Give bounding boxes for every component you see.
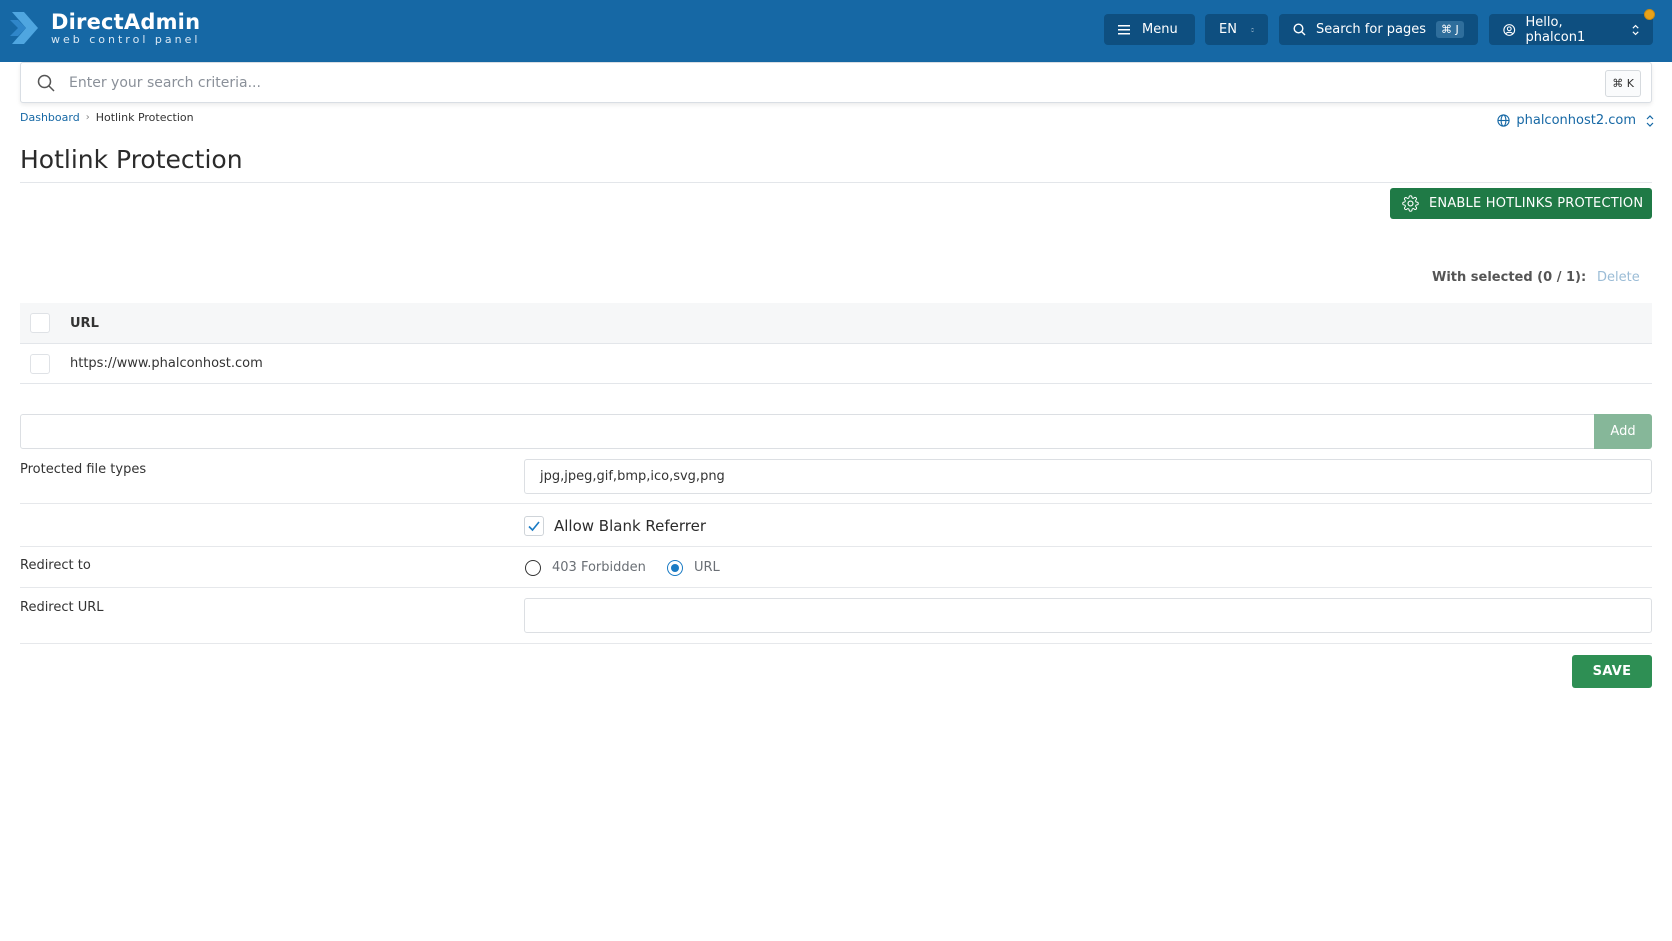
language-label: EN <box>1219 22 1237 37</box>
redirect-to-label: Redirect to <box>20 558 91 573</box>
breadcrumb: Dashboard › Hotlink Protection <box>20 111 194 124</box>
brand-title: DirectAdmin <box>51 9 201 34</box>
search-icon <box>1293 23 1306 36</box>
page-title: Hotlink Protection <box>20 145 243 174</box>
user-circle-icon <box>1503 23 1516 36</box>
delete-selected-button[interactable]: Delete <box>1597 270 1640 285</box>
gear-icon <box>1402 195 1419 212</box>
table-row: https://www.phalconhost.com <box>20 344 1652 384</box>
top-navigation-bar: DirectAdmin web control panel Menu EN Se… <box>0 0 1672 62</box>
row-url: https://www.phalconhost.com <box>70 356 263 371</box>
global-search-shortcut: ⌘ K <box>1605 70 1641 97</box>
redirect-url-row: Redirect URL <box>20 588 1652 644</box>
global-search-input[interactable] <box>69 74 1539 91</box>
add-url-button[interactable]: Add <box>1594 414 1652 449</box>
search-icon <box>37 74 55 92</box>
menu-label: Menu <box>1142 22 1178 37</box>
domain-selector[interactable]: phalconhost2.com <box>1497 113 1654 128</box>
directadmin-logo[interactable]: DirectAdmin web control panel <box>10 8 200 48</box>
redirect-url-input[interactable] <box>524 598 1652 633</box>
row-select-checkbox[interactable] <box>30 354 50 374</box>
redirect-403-label: 403 Forbidden <box>552 560 646 575</box>
protected-file-types-label: Protected file types <box>20 462 147 477</box>
hamburger-icon <box>1118 24 1130 34</box>
search-pages-shortcut: ⌘ J <box>1436 21 1464 38</box>
chevron-updown-icon <box>1251 27 1254 32</box>
breadcrumb-dashboard-link[interactable]: Dashboard <box>20 111 80 124</box>
globe-icon <box>1497 114 1511 127</box>
title-divider <box>20 182 1652 183</box>
checkmark-icon <box>528 521 540 532</box>
redirect-url-radio[interactable] <box>667 560 683 576</box>
table-header: URL <box>20 303 1652 344</box>
chevron-updown-icon <box>1632 24 1639 35</box>
redirect-to-row: Redirect to 403 Forbidden URL <box>20 547 1652 588</box>
select-all-checkbox[interactable] <box>30 313 50 333</box>
chevron-right-icon: › <box>85 112 90 123</box>
add-url-input[interactable] <box>20 414 1595 449</box>
domain-selector-label: phalconhost2.com <box>1516 113 1636 128</box>
allow-blank-referrer-row: Allow Blank Referrer <box>20 504 1652 547</box>
menu-button[interactable]: Menu <box>1104 14 1195 45</box>
redirect-403-radio[interactable] <box>525 560 541 576</box>
brand-subtitle: web control panel <box>51 32 201 46</box>
enable-hotlinks-protection-label: ENABLE HOTLINKS PROTECTION <box>1429 196 1644 211</box>
save-button[interactable]: SAVE <box>1572 655 1652 688</box>
search-pages-button[interactable]: Search for pages ⌘ J <box>1279 14 1478 45</box>
allow-blank-referrer-label: Allow Blank Referrer <box>554 517 707 535</box>
search-pages-label: Search for pages <box>1316 22 1427 37</box>
redirect-url-label: Redirect URL <box>20 600 104 615</box>
protected-file-types-input[interactable]: jpg,jpeg,gif,bmp,ico,svg,png <box>524 459 1652 494</box>
directadmin-logo-icon <box>10 12 38 44</box>
global-search-bar: ⌘ K <box>20 62 1652 103</box>
column-header-url[interactable]: URL <box>70 316 99 331</box>
user-greeting: Hello, phalcon1 <box>1525 14 1586 45</box>
with-selected-count: With selected (0 / 1): <box>1432 270 1587 285</box>
allow-blank-referrer-checkbox[interactable] <box>524 516 544 536</box>
protected-file-types-row: Protected file types jpg,jpeg,gif,bmp,ic… <box>20 452 1652 504</box>
breadcrumb-current: Hotlink Protection <box>95 111 194 124</box>
language-selector[interactable]: EN <box>1205 14 1268 45</box>
notification-dot <box>1644 9 1655 20</box>
redirect-url-option-label: URL <box>694 560 720 575</box>
enable-hotlinks-protection-button[interactable]: ENABLE HOTLINKS PROTECTION <box>1390 188 1652 219</box>
user-menu-button[interactable]: Hello, phalcon1 <box>1489 14 1653 45</box>
chevron-updown-icon <box>1646 114 1654 127</box>
